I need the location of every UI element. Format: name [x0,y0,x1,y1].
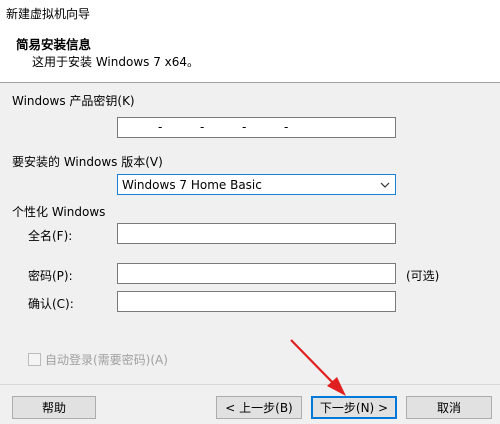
key-separator: - [242,120,247,134]
autologin-label: 自动登录(需要密码)(A) [45,353,168,367]
back-button[interactable]: < 上一步(B) [216,396,302,419]
product-key-input[interactable]: - - - - [117,117,396,138]
next-button[interactable]: 下一步(N) > [311,396,397,419]
wizard-header: 简易安装信息 这用于安装 Windows 7 x64。 [0,26,500,83]
product-key-label: Windows 产品密钥(K) [12,94,135,108]
fullname-input[interactable] [117,223,396,244]
password-input[interactable] [117,263,396,284]
title-bar: 新建虚拟机向导 [0,0,500,27]
confirm-password-input[interactable] [117,291,396,312]
help-button[interactable]: 帮助 [12,396,96,419]
chevron-down-icon [380,182,390,188]
key-separator: - [284,120,289,134]
confirm-label: 确认(C): [28,297,74,311]
cancel-button[interactable]: 取消 [406,396,492,419]
version-label: 要安装的 Windows 版本(V) [12,155,163,169]
password-label: 密码(P): [28,269,73,283]
version-selected-value: Windows 7 Home Basic [122,178,262,192]
version-select[interactable]: Windows 7 Home Basic [117,174,396,195]
header-subtitle: 这用于安装 Windows 7 x64。 [32,55,200,69]
personalize-section-label: 个性化 Windows [12,205,106,219]
window-title: 新建虚拟机向导 [6,7,91,21]
key-separator: - [200,120,205,134]
fullname-label: 全名(F): [28,229,73,243]
autologin-checkbox [28,353,41,366]
header-title: 简易安装信息 [16,37,92,52]
key-separator: - [158,120,163,134]
optional-label: (可选) [406,269,440,283]
